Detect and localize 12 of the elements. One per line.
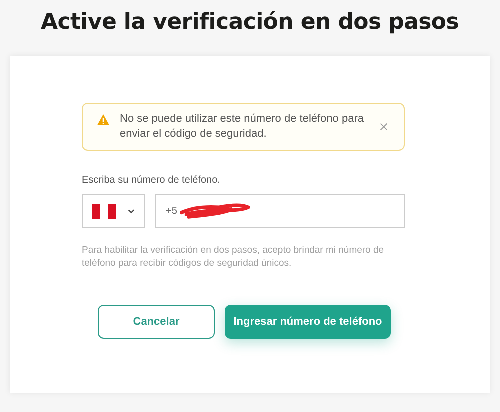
phone-field[interactable]: +5 [155,194,405,228]
consent-text: Para habilitar la verificación en dos pasos, acepto brindar mi número de teléfono para recibir códigos de seguridad únicos. [82,244,386,270]
submit-button[interactable]: Ingresar número de teléfono [225,305,391,339]
country-select[interactable] [82,194,145,228]
caret-icon [128,208,135,214]
flag-icon [92,204,116,218]
alert-message: No se puede utilizar este número de teléfono para enviar el código de seguridad. [120,112,365,142]
field-label: Escriba su número de teléfono. [82,175,222,186]
page-title: Active la verificación en dos pasos [40,9,460,37]
warning-icon [97,114,110,126]
cancel-button[interactable]: Cancelar [98,305,215,339]
close-icon[interactable] [380,123,388,131]
